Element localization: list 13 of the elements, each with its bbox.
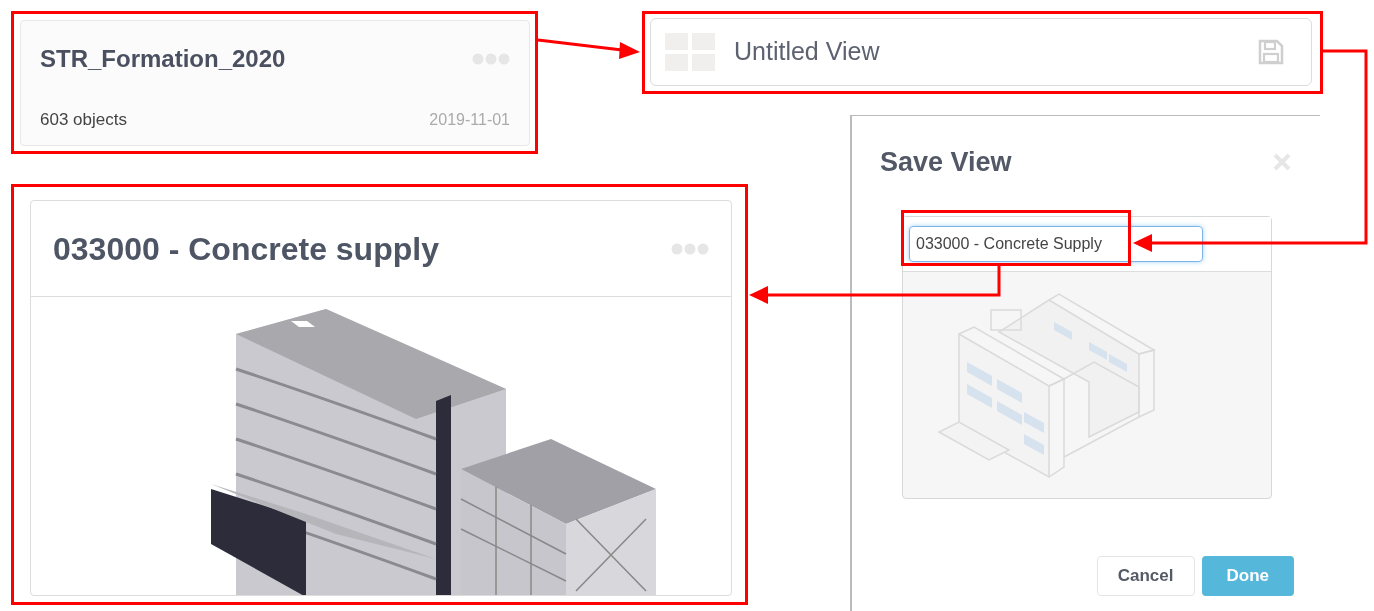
cancel-button[interactable]: Cancel	[1096, 556, 1195, 596]
close-icon[interactable]	[1272, 152, 1292, 173]
model-card[interactable]: STR_Formation_2020 603 objects 2019-11-01	[20, 20, 530, 146]
more-icon[interactable]	[671, 242, 709, 255]
view-card[interactable]: 033000 - Concrete supply	[30, 200, 732, 596]
view-title: Untitled View	[734, 36, 880, 68]
view-card-title: 033000 - Concrete supply	[53, 229, 439, 269]
model-title: STR_Formation_2020	[40, 44, 286, 74]
save-icon[interactable]	[1257, 38, 1285, 66]
view-name-field[interactable]: 033000 - Concrete Supply	[909, 226, 1203, 262]
model-date: 2019-11-01	[429, 109, 510, 130]
object-count: 603 objects	[40, 109, 127, 131]
dialog-title: Save View	[880, 146, 1012, 179]
